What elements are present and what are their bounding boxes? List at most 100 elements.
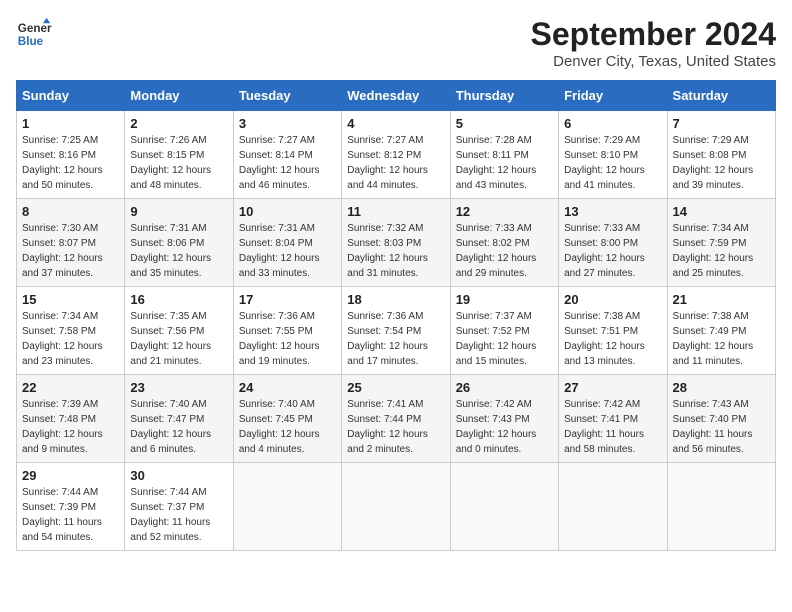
day-number: 4 xyxy=(347,116,444,131)
day-number: 17 xyxy=(239,292,336,307)
day-number: 3 xyxy=(239,116,336,131)
calendar-cell: 4 Sunrise: 7:27 AM Sunset: 8:12 PM Daylig… xyxy=(342,111,450,199)
calendar-cell: 30 Sunrise: 7:44 AM Sunset: 7:37 PM Dayli… xyxy=(125,463,233,551)
calendar-cell: 16Sunrise: 7:35 AM Sunset: 7:56 PM Dayli… xyxy=(125,287,233,375)
col-header-wednesday: Wednesday xyxy=(342,81,450,111)
day-number: 18 xyxy=(347,292,444,307)
col-header-saturday: Saturday xyxy=(667,81,775,111)
calendar-cell: 15 Sunrise: 7:34 AM Sunset: 7:58 PM Dayli… xyxy=(17,287,125,375)
page-header: General Blue September 2024 Denver City,… xyxy=(16,16,776,70)
calendar-cell: 12 Sunrise: 7:33 AM Sunset: 8:02 PM Dayli… xyxy=(450,199,558,287)
day-info: Sunrise: 7:41 AM Sunset: 7:44 PM Dayligh… xyxy=(347,397,444,457)
day-info: Sunrise: 7:38 AM Sunset: 7:49 PM Dayligh… xyxy=(673,309,770,369)
day-number: 2 xyxy=(130,116,227,131)
day-number: 6 xyxy=(564,116,661,131)
day-info: Sunrise: 7:33 AM Sunset: 8:02 PM Dayligh… xyxy=(456,221,553,281)
calendar-row-2: 15 Sunrise: 7:34 AM Sunset: 7:58 PM Dayli… xyxy=(17,287,776,375)
calendar-row-3: 22 Sunrise: 7:39 AM Sunset: 7:48 PM Dayli… xyxy=(17,375,776,463)
day-info: Sunrise: 7:36 AM Sunset: 7:54 PM Dayligh… xyxy=(347,309,444,369)
logo: General Blue xyxy=(16,16,52,52)
day-info: Sunrise: 7:36 AM Sunset: 7:55 PM Dayligh… xyxy=(239,309,336,369)
calendar-subtitle: Denver City, Texas, United States xyxy=(531,53,776,70)
day-info: Sunrise: 7:44 AM Sunset: 7:37 PM Dayligh… xyxy=(130,485,227,545)
day-number: 7 xyxy=(673,116,770,131)
calendar-title: September 2024 xyxy=(531,16,776,53)
day-info: Sunrise: 7:42 AM Sunset: 7:41 PM Dayligh… xyxy=(564,397,661,457)
col-header-sunday: Sunday xyxy=(17,81,125,111)
days-header-row: SundayMondayTuesdayWednesdayThursdayFrid… xyxy=(17,81,776,111)
day-number: 14 xyxy=(673,204,770,219)
logo-icon: General Blue xyxy=(16,16,52,52)
calendar-row-4: 29 Sunrise: 7:44 AM Sunset: 7:39 PM Dayli… xyxy=(17,463,776,551)
day-number: 23 xyxy=(130,380,227,395)
day-info: Sunrise: 7:29 AM Sunset: 8:08 PM Dayligh… xyxy=(673,133,770,193)
day-number: 26 xyxy=(456,380,553,395)
day-info: Sunrise: 7:28 AM Sunset: 8:11 PM Dayligh… xyxy=(456,133,553,193)
day-number: 13 xyxy=(564,204,661,219)
day-number: 28 xyxy=(673,380,770,395)
calendar-cell: 20 Sunrise: 7:38 AM Sunset: 7:51 PM Dayli… xyxy=(559,287,667,375)
calendar-cell: 23Sunrise: 7:40 AM Sunset: 7:47 PM Dayli… xyxy=(125,375,233,463)
day-info: Sunrise: 7:38 AM Sunset: 7:51 PM Dayligh… xyxy=(564,309,661,369)
day-info: Sunrise: 7:34 AM Sunset: 7:59 PM Dayligh… xyxy=(673,221,770,281)
day-number: 22 xyxy=(22,380,119,395)
calendar-cell: 24 Sunrise: 7:40 AM Sunset: 7:45 PM Dayli… xyxy=(233,375,341,463)
calendar-cell: 6 Sunrise: 7:29 AM Sunset: 8:10 PM Daylig… xyxy=(559,111,667,199)
calendar-cell: 14 Sunrise: 7:34 AM Sunset: 7:59 PM Dayli… xyxy=(667,199,775,287)
day-info: Sunrise: 7:29 AM Sunset: 8:10 PM Dayligh… xyxy=(564,133,661,193)
col-header-monday: Monday xyxy=(125,81,233,111)
svg-text:Blue: Blue xyxy=(18,35,44,48)
calendar-cell: 26Sunrise: 7:42 AM Sunset: 7:43 PM Dayli… xyxy=(450,375,558,463)
calendar-table: SundayMondayTuesdayWednesdayThursdayFrid… xyxy=(16,80,776,551)
day-info: Sunrise: 7:32 AM Sunset: 8:03 PM Dayligh… xyxy=(347,221,444,281)
col-header-friday: Friday xyxy=(559,81,667,111)
day-number: 1 xyxy=(22,116,119,131)
day-info: Sunrise: 7:37 AM Sunset: 7:52 PM Dayligh… xyxy=(456,309,553,369)
day-number: 30 xyxy=(130,468,227,483)
calendar-row-0: 1 Sunrise: 7:25 AM Sunset: 8:16 PM Daylig… xyxy=(17,111,776,199)
day-number: 8 xyxy=(22,204,119,219)
day-info: Sunrise: 7:25 AM Sunset: 8:16 PM Dayligh… xyxy=(22,133,119,193)
day-number: 24 xyxy=(239,380,336,395)
calendar-cell: 5 Sunrise: 7:28 AM Sunset: 8:11 PM Daylig… xyxy=(450,111,558,199)
day-number: 20 xyxy=(564,292,661,307)
calendar-row-1: 8Sunrise: 7:30 AM Sunset: 8:07 PM Daylig… xyxy=(17,199,776,287)
day-info: Sunrise: 7:40 AM Sunset: 7:45 PM Dayligh… xyxy=(239,397,336,457)
day-number: 15 xyxy=(22,292,119,307)
calendar-cell: 1 Sunrise: 7:25 AM Sunset: 8:16 PM Daylig… xyxy=(17,111,125,199)
calendar-cell: 10Sunrise: 7:31 AM Sunset: 8:04 PM Dayli… xyxy=(233,199,341,287)
calendar-cell: 7 Sunrise: 7:29 AM Sunset: 8:08 PM Daylig… xyxy=(667,111,775,199)
calendar-cell xyxy=(342,463,450,551)
day-number: 9 xyxy=(130,204,227,219)
calendar-cell: 19Sunrise: 7:37 AM Sunset: 7:52 PM Dayli… xyxy=(450,287,558,375)
calendar-cell: 9Sunrise: 7:31 AM Sunset: 8:06 PM Daylig… xyxy=(125,199,233,287)
calendar-cell: 13 Sunrise: 7:33 AM Sunset: 8:00 PM Dayli… xyxy=(559,199,667,287)
day-info: Sunrise: 7:44 AM Sunset: 7:39 PM Dayligh… xyxy=(22,485,119,545)
calendar-cell: 29 Sunrise: 7:44 AM Sunset: 7:39 PM Dayli… xyxy=(17,463,125,551)
calendar-cell: 11 Sunrise: 7:32 AM Sunset: 8:03 PM Dayli… xyxy=(342,199,450,287)
title-block: September 2024 Denver City, Texas, Unite… xyxy=(531,16,776,70)
day-number: 29 xyxy=(22,468,119,483)
col-header-tuesday: Tuesday xyxy=(233,81,341,111)
calendar-cell: 27Sunrise: 7:42 AM Sunset: 7:41 PM Dayli… xyxy=(559,375,667,463)
day-number: 5 xyxy=(456,116,553,131)
calendar-cell: 25 Sunrise: 7:41 AM Sunset: 7:44 PM Dayli… xyxy=(342,375,450,463)
calendar-cell xyxy=(233,463,341,551)
day-info: Sunrise: 7:27 AM Sunset: 8:12 PM Dayligh… xyxy=(347,133,444,193)
day-info: Sunrise: 7:39 AM Sunset: 7:48 PM Dayligh… xyxy=(22,397,119,457)
day-number: 12 xyxy=(456,204,553,219)
day-info: Sunrise: 7:43 AM Sunset: 7:40 PM Dayligh… xyxy=(673,397,770,457)
day-number: 11 xyxy=(347,204,444,219)
day-info: Sunrise: 7:34 AM Sunset: 7:58 PM Dayligh… xyxy=(22,309,119,369)
calendar-cell xyxy=(450,463,558,551)
day-number: 21 xyxy=(673,292,770,307)
day-number: 25 xyxy=(347,380,444,395)
calendar-cell xyxy=(559,463,667,551)
calendar-cell: 18 Sunrise: 7:36 AM Sunset: 7:54 PM Dayli… xyxy=(342,287,450,375)
day-info: Sunrise: 7:31 AM Sunset: 8:04 PM Dayligh… xyxy=(239,221,336,281)
day-info: Sunrise: 7:26 AM Sunset: 8:15 PM Dayligh… xyxy=(130,133,227,193)
svg-text:General: General xyxy=(18,22,52,35)
calendar-cell: 3Sunrise: 7:27 AM Sunset: 8:14 PM Daylig… xyxy=(233,111,341,199)
day-info: Sunrise: 7:33 AM Sunset: 8:00 PM Dayligh… xyxy=(564,221,661,281)
calendar-cell xyxy=(667,463,775,551)
